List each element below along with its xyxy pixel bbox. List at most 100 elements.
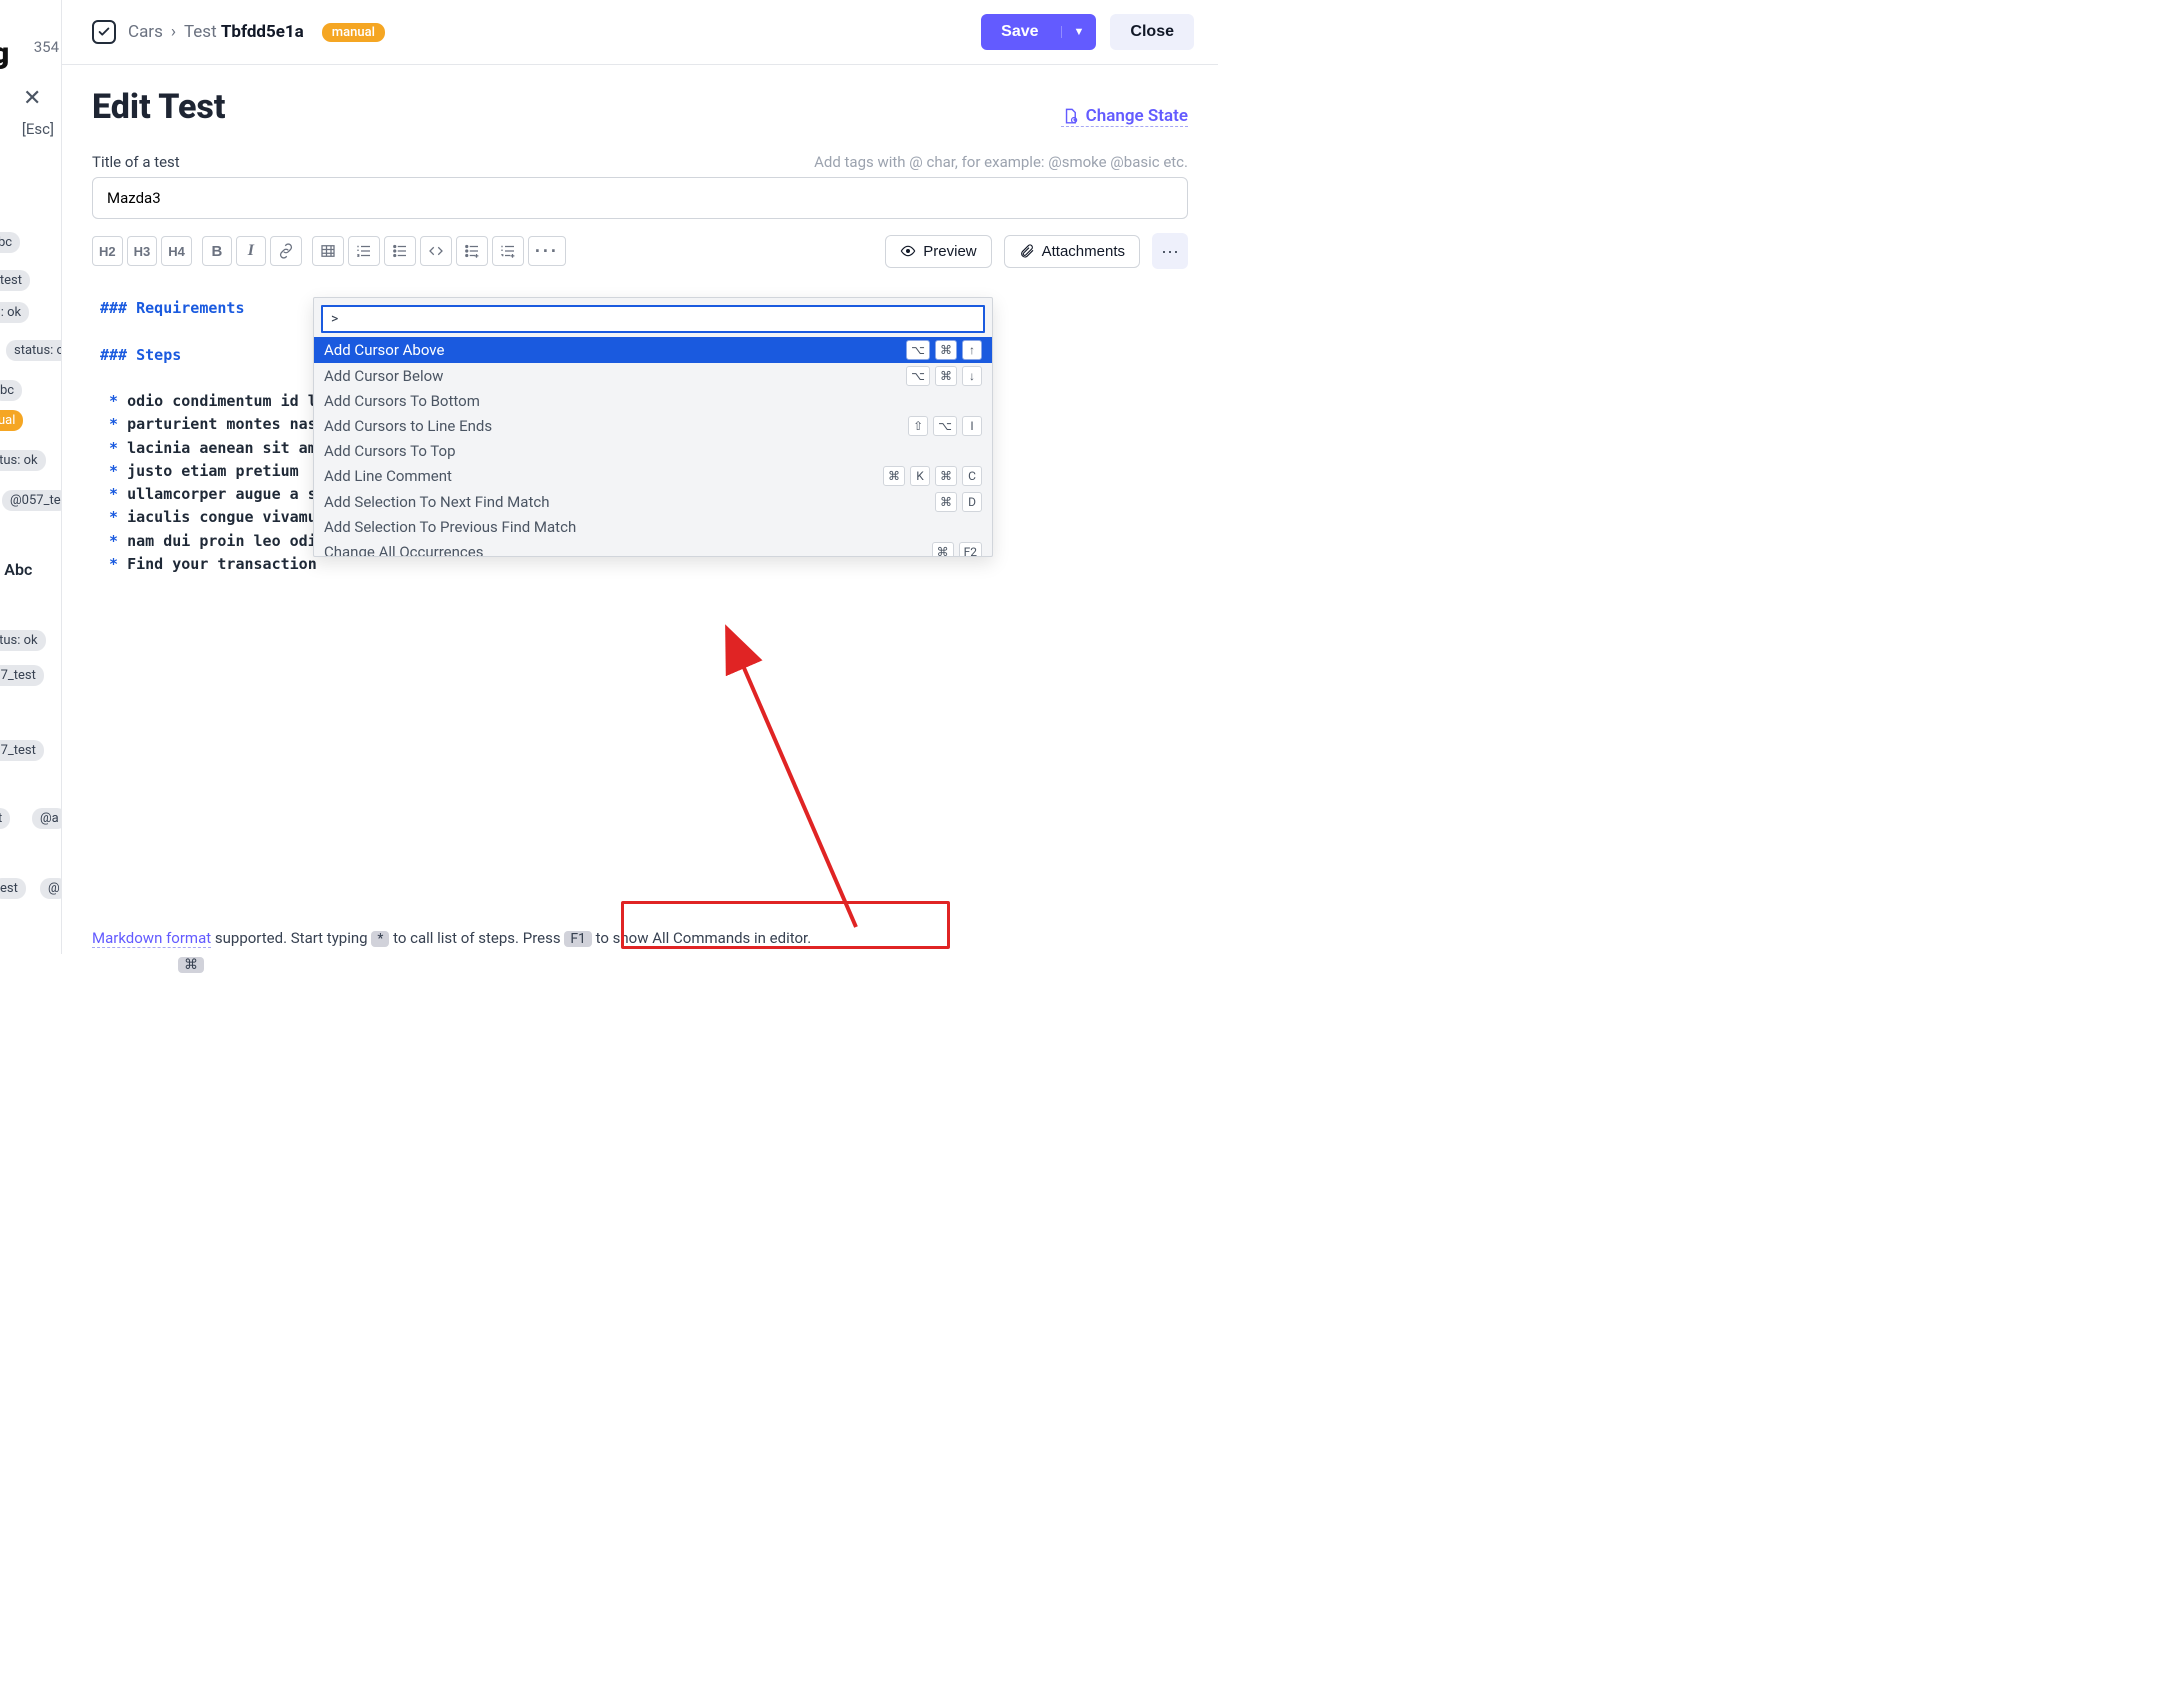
palette-item-label: Add Cursor Above	[324, 341, 906, 359]
palette-item-label: Add Selection To Previous Find Match	[324, 518, 982, 536]
list-plus-icon	[463, 242, 481, 260]
breadcrumb-root[interactable]: Cars	[128, 22, 163, 42]
editor-line: ullamcorper augue a s	[127, 485, 317, 503]
sidebar-pill: _test	[0, 270, 30, 291]
paperclip-icon	[1019, 243, 1035, 259]
link-icon	[277, 242, 295, 260]
heading3-button[interactable]: H3	[127, 236, 158, 266]
key: ↑	[962, 340, 982, 360]
table-button[interactable]	[312, 236, 344, 266]
topbar: Cars › Test Tbfdd5e1a manual Save ▼ Clos…	[62, 0, 1218, 65]
key: F2	[959, 542, 982, 557]
palette-item[interactable]: Add Selection To Previous Find Match	[314, 515, 992, 539]
palette-item-keys: ⌥⌘↑	[906, 340, 982, 360]
checkbox-icon[interactable]	[92, 20, 116, 44]
app-glyph: g	[0, 36, 9, 71]
key-f1: F1	[564, 931, 592, 947]
save-label: Save	[1001, 23, 1038, 41]
breadcrumb-prefix: Test	[184, 22, 217, 42]
sidebar-pill: atus: ok	[0, 630, 46, 651]
key: ⌘	[935, 466, 957, 486]
chevron-down-icon[interactable]: ▼	[1061, 26, 1085, 38]
heading2-button[interactable]: H2	[92, 236, 123, 266]
palette-input[interactable]	[321, 305, 985, 333]
key-cmd: ⌘	[178, 957, 204, 973]
key: ⌘	[935, 492, 957, 512]
palette-item-label: Add Selection To Next Find Match	[324, 493, 935, 511]
esc-label: [Esc]	[22, 120, 54, 138]
ordered-list-icon	[355, 242, 373, 260]
bold-button[interactable]: B	[202, 236, 232, 266]
heading4-button[interactable]: H4	[161, 236, 192, 266]
key-star: *	[371, 931, 389, 947]
palette-item-label: Add Cursors To Top	[324, 442, 982, 460]
eye-icon	[900, 243, 916, 259]
ordered-list-plus-button[interactable]	[492, 236, 524, 266]
sidebar-pill: 057_test	[0, 665, 44, 686]
key: ⇧	[908, 416, 928, 436]
palette-item-label: Change All Occurrences	[324, 543, 932, 557]
italic-button[interactable]: I	[236, 236, 266, 266]
code-icon	[427, 242, 445, 260]
key: ⌥	[906, 366, 930, 386]
palette-item-label: Add Cursors To Bottom	[324, 392, 982, 410]
palette-item-keys: ⌥⌘↓	[906, 366, 982, 386]
page-title: Edit Test	[92, 87, 225, 127]
editor-toolbar: H2 H3 H4 B I	[92, 233, 1188, 269]
unordered-list-icon	[391, 242, 409, 260]
key: C	[962, 466, 982, 486]
sidebar-pill: atus: ok	[0, 450, 46, 471]
title-label: Title of a test	[92, 153, 180, 171]
sidebar-strip: g 354 ✕ [Esc] bc _test s: ok status: o b…	[0, 0, 62, 954]
sidebar-pill: bc	[0, 232, 20, 253]
key: D	[962, 492, 982, 512]
breadcrumb-id: Tbfdd5e1a	[221, 22, 304, 42]
key: ⌘	[935, 366, 957, 386]
palette-item-label: Add Line Comment	[324, 467, 883, 485]
key: ⌘	[932, 542, 954, 557]
sidebar-pill: s: ok	[0, 302, 29, 323]
attachments-button[interactable]: Attachments	[1004, 235, 1140, 268]
key: I	[962, 416, 982, 436]
key: ⌥	[906, 340, 930, 360]
palette-list: Add Cursor Above⌥⌘↑Add Cursor Below⌥⌘↓Ad…	[314, 337, 992, 557]
key: ↓	[962, 366, 982, 386]
palette-item[interactable]: Add Selection To Next Find Match⌘D	[314, 489, 992, 515]
palette-item[interactable]: Add Cursors To Top	[314, 439, 992, 463]
more-button[interactable]: ···	[528, 236, 566, 266]
palette-item[interactable]: Add Line Comment⌘K⌘C	[314, 463, 992, 489]
sidebar-pill: @057_te	[2, 490, 62, 511]
kebab-button[interactable]: ···	[1152, 233, 1188, 269]
code-button[interactable]	[420, 236, 452, 266]
close-icon[interactable]: ✕	[23, 92, 37, 106]
sidebar-pill: 057_test	[0, 740, 44, 761]
editor-line: odio condimentum id l	[127, 392, 317, 410]
sidebar-text: 77 Abc	[0, 560, 32, 579]
ordered-list-button[interactable]	[348, 236, 380, 266]
palette-item[interactable]: Change All Occurrences⌘ F2	[314, 539, 992, 557]
preview-label: Preview	[923, 243, 976, 260]
palette-item[interactable]: Add Cursor Above⌥⌘↑	[314, 337, 992, 363]
unordered-list-plus-button[interactable]	[456, 236, 488, 266]
markdown-format-link[interactable]: Markdown format	[92, 929, 211, 948]
palette-item[interactable]: Add Cursor Below⌥⌘↓	[314, 363, 992, 389]
change-state-link[interactable]: Change State	[1061, 106, 1188, 127]
palette-item-keys: ⌘D	[935, 492, 982, 512]
title-input[interactable]	[92, 177, 1188, 219]
link-button[interactable]	[270, 236, 302, 266]
close-button[interactable]: Close	[1110, 14, 1194, 50]
palette-item[interactable]: Add Cursors to Line Ends⇧⌥I	[314, 413, 992, 439]
preview-button[interactable]: Preview	[885, 235, 991, 268]
palette-item[interactable]: Add Cursors To Bottom	[314, 389, 992, 413]
sidebar-pill: status: o	[6, 340, 62, 361]
attachments-label: Attachments	[1042, 243, 1125, 260]
change-state-label: Change State	[1086, 106, 1188, 126]
sidebar-pill: bc	[0, 380, 22, 401]
save-button[interactable]: Save ▼	[981, 14, 1096, 50]
tags-hint: Add tags with @ char, for example: @smok…	[814, 153, 1188, 171]
key: K	[910, 466, 930, 486]
editor-line: iaculis congue vivamu	[127, 508, 317, 526]
unordered-list-button[interactable]	[384, 236, 416, 266]
sidebar-pill: ual	[0, 410, 23, 431]
command-palette[interactable]: Add Cursor Above⌥⌘↑Add Cursor Below⌥⌘↓Ad…	[313, 297, 993, 557]
